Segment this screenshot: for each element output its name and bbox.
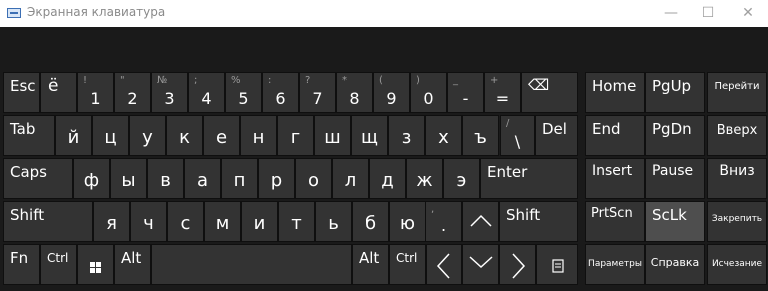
key-letter-z-2[interactable]: с [167, 201, 204, 242]
key-pgup[interactable]: PgUp [645, 72, 705, 113]
key-letter-q-7[interactable]: ш [314, 115, 351, 156]
key-end[interactable]: End [585, 115, 645, 156]
key-arrow-left[interactable] [426, 244, 462, 285]
key-digit-10[interactable]: _ - [447, 72, 484, 113]
title-bar: Экранная клавиатура — ☐ ✕ [0, 0, 768, 27]
key-comma[interactable]: , . [425, 201, 462, 242]
key-letter-z-0[interactable]: я [93, 201, 130, 242]
close-button[interactable]: ✕ [729, 0, 767, 27]
key-yo[interactable]: ё [40, 72, 77, 113]
key-scroll-down[interactable]: Вниз [707, 158, 767, 199]
key-letter-a-5[interactable]: р [258, 158, 295, 199]
key-letter-q-6[interactable]: г [277, 115, 314, 156]
key-letter-q-1[interactable]: ц [92, 115, 129, 156]
caret-right-icon [512, 253, 526, 279]
key-letter-q-5[interactable]: н [240, 115, 277, 156]
key-letter-z-3[interactable]: м [204, 201, 241, 242]
key-del[interactable]: Del [535, 115, 578, 156]
caret-down-icon [469, 256, 493, 269]
key-fn[interactable]: Fn [3, 244, 40, 285]
key-digit-5[interactable]: :6 [262, 72, 299, 113]
key-letter-q-3[interactable]: к [166, 115, 203, 156]
key-letter-z-6[interactable]: ь [315, 201, 352, 242]
key-digit-0[interactable]: ! 1 [77, 72, 114, 113]
key-digit-7[interactable]: * 8 [336, 72, 373, 113]
key-letter-q-10[interactable]: х [425, 115, 462, 156]
key-letter-q-2[interactable]: у [129, 115, 166, 156]
key-digit-3[interactable]: ; 4 [188, 72, 225, 113]
key-letter-z-8[interactable]: ю [389, 201, 426, 242]
key-alt-left[interactable]: Alt [114, 244, 151, 285]
key-letter-z-5[interactable]: т [278, 201, 315, 242]
key-insert[interactable]: Insert [585, 158, 645, 199]
key-options[interactable]: Параметры [585, 244, 645, 285]
key-caps[interactable]: Caps [3, 158, 73, 199]
key-letter-a-10[interactable]: э [443, 158, 480, 199]
key-prtscn[interactable]: PrtScn [585, 201, 645, 242]
key-digit-6[interactable]: ? 7 [299, 72, 336, 113]
keyboard-icon [7, 8, 21, 18]
key-letter-a-1[interactable]: ы [110, 158, 147, 199]
caret-left-icon [436, 253, 450, 279]
key-goto[interactable]: Перейти [707, 72, 767, 113]
key-digit-4[interactable]: % 5 [225, 72, 262, 113]
keyboard: Esc ё ! 1 " 2 № 3; 4% 5:6? 7 * 8(9) 0 _ - + = ⌫ Tab йцу… [0, 27, 768, 291]
key-shift-left[interactable]: Shift [3, 201, 93, 242]
key-dock[interactable]: Закрепить [707, 201, 767, 242]
key-alt-right[interactable]: Alt [352, 244, 389, 285]
key-arrow-up[interactable] [462, 201, 499, 242]
key-letter-q-11[interactable]: ъ [462, 115, 499, 156]
key-letter-a-4[interactable]: п [221, 158, 258, 199]
key-letter-a-6[interactable]: о [295, 158, 332, 199]
key-windows[interactable] [77, 244, 114, 285]
key-letter-q-9[interactable]: з [388, 115, 425, 156]
key-esc[interactable]: Esc [3, 72, 40, 113]
key-letter-a-7[interactable]: л [332, 158, 369, 199]
key-letter-q-8[interactable]: щ [351, 115, 388, 156]
key-letter-a-2[interactable]: в [147, 158, 184, 199]
key-arrow-down[interactable] [462, 244, 499, 285]
key-pause[interactable]: Pause [645, 158, 705, 199]
window-title: Экранная клавиатура [27, 5, 166, 19]
key-home[interactable]: Home [585, 72, 645, 113]
key-menu[interactable] [536, 244, 578, 285]
key-letter-a-9[interactable]: ж [406, 158, 443, 199]
key-fade[interactable]: Исчезание [707, 244, 767, 285]
key-space[interactable] [151, 244, 352, 285]
key-letter-q-0[interactable]: й [55, 115, 92, 156]
key-slash[interactable]: / \ [500, 115, 535, 156]
key-digit-9[interactable]: ) 0 [410, 72, 447, 113]
key-digit-2[interactable]: № 3 [151, 72, 188, 113]
maximize-button[interactable]: ☐ [689, 0, 727, 27]
key-tab[interactable]: Tab [3, 115, 55, 156]
windows-icon [90, 262, 101, 273]
backspace-icon: ⌫ [528, 76, 550, 94]
key-digit-11[interactable]: + = [484, 72, 521, 113]
key-letter-a-8[interactable]: д [369, 158, 406, 199]
key-pgdn[interactable]: PgDn [645, 115, 705, 156]
key-digit-1[interactable]: " 2 [114, 72, 151, 113]
key-letter-z-7[interactable]: б [352, 201, 389, 242]
key-digit-8[interactable]: (9 [373, 72, 410, 113]
key-scroll-up[interactable]: Вверх [707, 115, 767, 156]
key-arrow-right[interactable] [499, 244, 536, 285]
key-ctrl-left[interactable]: Ctrl [40, 244, 77, 285]
key-sclk[interactable]: ScLk [645, 201, 705, 242]
key-letter-a-3[interactable]: а [184, 158, 221, 199]
key-shift-right[interactable]: Shift [499, 201, 578, 242]
minimize-button[interactable]: — [652, 0, 690, 27]
key-letter-a-0[interactable]: ф [73, 158, 110, 199]
key-enter[interactable]: Enter [480, 158, 578, 199]
key-letter-z-4[interactable]: и [241, 201, 278, 242]
key-help[interactable]: Справка [645, 244, 705, 285]
menu-key-icon [552, 259, 564, 273]
caret-up-icon [470, 214, 492, 227]
key-letter-z-1[interactable]: ч [130, 201, 167, 242]
key-ctrl-right[interactable]: Ctrl [389, 244, 426, 285]
key-letter-q-4[interactable]: е [203, 115, 240, 156]
key-backspace[interactable]: ⌫ [521, 72, 578, 113]
